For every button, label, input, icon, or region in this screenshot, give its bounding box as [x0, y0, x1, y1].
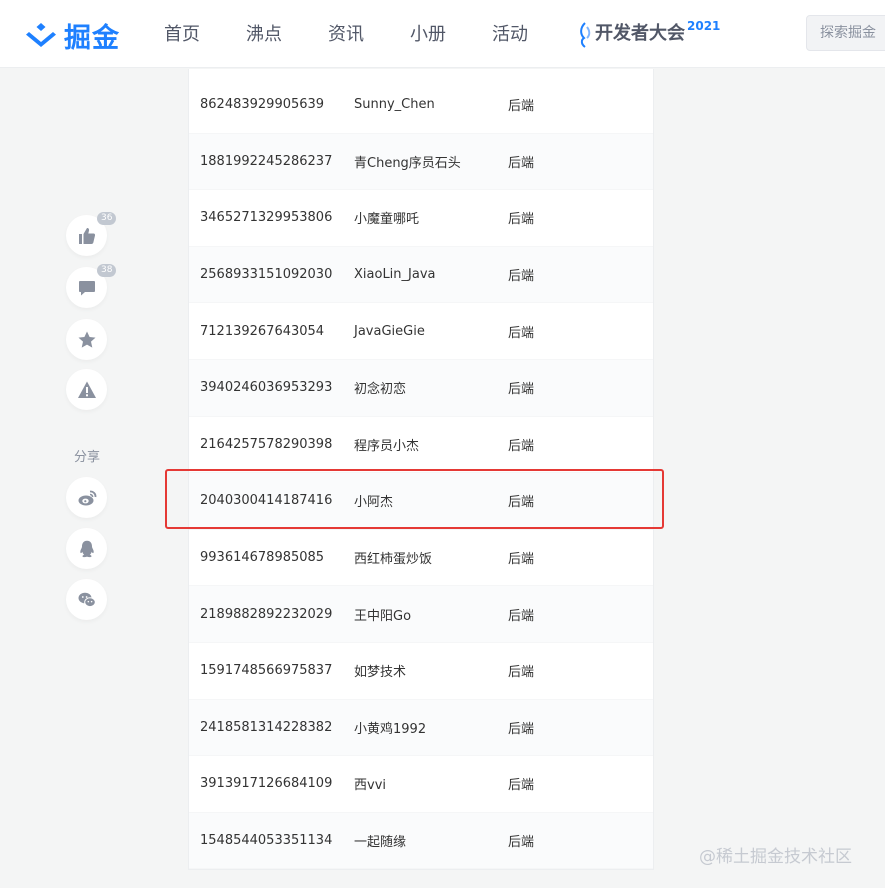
user-id-cell: 2568933151092030 [200, 267, 333, 283]
share-label: 分享 [74, 450, 101, 465]
category-cell: 后端 [508, 269, 535, 285]
user-name-cell[interactable]: 小黄鸡1992 [354, 718, 426, 737]
comment-button[interactable]: 38 [66, 264, 117, 308]
category-cell: 后端 [508, 835, 535, 851]
user-id-cell: 993614678985085 [200, 550, 325, 566]
brand-name: 掘金 [64, 22, 120, 54]
table-row: 712139267643054 JavaGieGie 后端 [189, 303, 653, 360]
category-cell: 后端 [508, 325, 535, 341]
table-row: 862483929905639 Sunny_Chen 后端 [189, 77, 653, 134]
nav-news[interactable]: 资讯 [328, 22, 364, 48]
category-cell: 后端 [508, 552, 535, 568]
like-count-badge: 36 [97, 212, 117, 225]
user-id-cell: 2189882892232029 [200, 606, 333, 622]
user-id-cell: 1591748566975837 [200, 663, 333, 679]
table-row: 2189882892232029 王中阳Go 后端 [189, 586, 653, 643]
share-wechat-button[interactable] [66, 579, 107, 620]
nav-pins[interactable]: 沸点 [246, 22, 282, 48]
juejin-logo-icon [26, 23, 56, 47]
share-qq-button[interactable] [66, 528, 107, 569]
table-row: 1591748566975837 如梦技术 后端 [189, 643, 653, 700]
nav-home[interactable]: 首页 [164, 22, 200, 48]
nav-events[interactable]: 活动 [492, 22, 528, 48]
comment-icon [78, 280, 95, 295]
developer-conference-link[interactable]: 开发者大会 2021 [576, 18, 720, 50]
user-name-cell[interactable]: 一起随缘 [354, 831, 406, 850]
report-button[interactable] [66, 369, 107, 410]
top-navigation-bar: 掘金 首页 沸点 资讯 小册 活动 开发者大会 2021 探索掘金 [0, 0, 885, 68]
category-cell: 后端 [508, 608, 535, 624]
weibo-icon [78, 490, 96, 505]
nav-books[interactable]: 小册 [410, 22, 446, 48]
category-cell: 后端 [508, 212, 535, 228]
user-id-cell: 2418581314228382 [200, 719, 333, 735]
wechat-icon [78, 592, 96, 607]
user-name-cell[interactable]: 小阿杰 [354, 491, 393, 510]
conference-label: 开发者大会 [595, 23, 685, 44]
category-cell: 后端 [508, 99, 535, 115]
user-name-cell[interactable]: 王中阳Go [354, 605, 411, 624]
user-name-cell[interactable]: 西vvi [354, 774, 386, 793]
category-cell: 后端 [508, 778, 535, 794]
user-name-cell[interactable]: Sunny_Chen [354, 97, 435, 112]
user-id-cell: 1881992245286237 [200, 153, 333, 169]
table-row: 1548544053351134 一起随缘 后端 [189, 812, 653, 869]
user-name-cell[interactable]: 西红柿蛋炒饭 [354, 548, 432, 567]
category-cell: 后端 [508, 495, 535, 511]
conference-year: 2021 [687, 19, 721, 33]
comment-count-badge: 38 [97, 264, 117, 277]
user-id-cell: 712139267643054 [200, 323, 325, 339]
share-weibo-button[interactable] [66, 477, 107, 518]
category-cell: 后端 [508, 382, 535, 398]
table-row: 993614678985085 西红柿蛋炒饭 后端 [189, 530, 653, 587]
user-table: 862483929905639 Sunny_Chen 后端 1881992245286… [188, 69, 654, 870]
table-row: 2040300414187416 小阿杰 后端 [189, 473, 653, 530]
favorite-button[interactable] [66, 319, 107, 360]
user-id-cell: 1548544053351134 [200, 833, 333, 849]
table-row: 2418581314228382 小黄鸡1992 后端 [189, 699, 653, 757]
warning-icon [77, 381, 96, 398]
like-button[interactable]: 36 [66, 212, 117, 256]
qq-icon [79, 540, 94, 557]
user-id-cell: 862483929905639 [200, 97, 325, 113]
user-id-cell: 3940246036953293 [200, 380, 333, 396]
table-row: 2568933151092030 XiaoLin_Java 后端 [189, 246, 653, 304]
user-name-cell[interactable]: 程序员小杰 [354, 435, 419, 454]
main-nav: 首页 沸点 资讯 小册 活动 [164, 22, 574, 48]
user-id-cell: 3465271329953806 [200, 210, 333, 226]
user-name-cell[interactable]: 初念初恋 [354, 378, 406, 397]
watermark: @稀土掘金技术社区 [699, 847, 852, 867]
category-cell: 后端 [508, 721, 535, 737]
table-row: 1881992245286237 青Cheng序员石头 后端 [189, 133, 653, 191]
category-cell: 后端 [508, 155, 535, 171]
conference-icon [580, 22, 591, 48]
user-name-cell[interactable]: 如梦技术 [354, 661, 406, 680]
user-name-cell[interactable]: 青Cheng序员石头 [354, 152, 461, 171]
search-input[interactable]: 探索掘金 [806, 15, 885, 51]
juejin-logo[interactable]: 掘金 [24, 19, 120, 54]
user-id-cell: 3913917126684109 [200, 776, 333, 792]
star-icon [78, 331, 95, 348]
user-id-cell: 2040300414187416 [200, 493, 333, 509]
table-row: 2164257578290398 程序员小杰 后端 [189, 417, 653, 474]
user-id-cell: 2164257578290398 [200, 436, 333, 452]
table-row: 3940246036953293 初念初恋 后端 [189, 360, 653, 417]
user-name-cell[interactable]: JavaGieGie [354, 324, 425, 339]
user-name-cell[interactable]: XiaoLin_Java [354, 267, 436, 282]
category-cell: 后端 [508, 438, 535, 454]
table-row: 3913917126684109 西vvi 后端 [189, 756, 653, 813]
table-row: 3465271329953806 小魔童哪吒 后端 [189, 190, 653, 247]
thumb-up-icon [78, 227, 95, 244]
category-cell: 后端 [508, 665, 535, 681]
user-name-cell[interactable]: 小魔童哪吒 [354, 208, 419, 227]
